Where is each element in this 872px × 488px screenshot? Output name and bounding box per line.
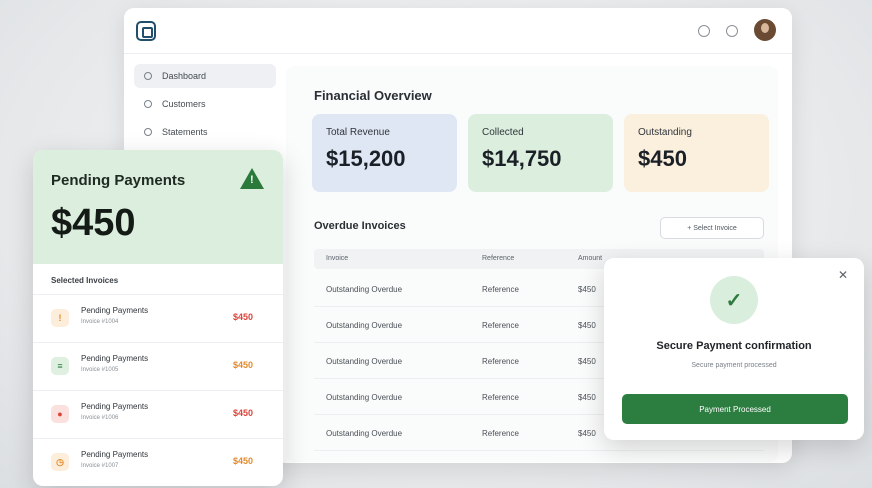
item-name: Pending Payments [81,354,149,363]
cell-invoice: Outstanding Overdue [326,285,403,294]
modal-subtitle: Secure payment processed [691,362,777,369]
sidebar-item-customers[interactable]: Customers [134,92,276,116]
payment-confirmation-modal: ✕ ✓ Secure Payment confirmation Secure p… [604,258,864,440]
notification-icon[interactable] [726,25,738,37]
sidebar-item-label: Dashboard [162,71,207,81]
list-item[interactable]: ! Pending Payments Invoice #1004 $450 [33,294,283,342]
pending-amount: $450 [51,202,136,244]
item-name: Pending Payments [81,306,149,315]
item-amount: $450 [233,408,254,418]
cell-reference: Reference [482,321,519,330]
stat-label: Outstanding [638,127,692,138]
clock-icon: ◷ [51,453,69,471]
search-icon[interactable] [698,25,710,37]
cell-amount: $450 [578,285,596,294]
modal-title: Secure Payment confirmation [656,340,812,352]
item-amount: $450 [233,360,254,370]
stat-label: Total Revenue [326,127,390,138]
close-icon[interactable]: ✕ [838,268,848,282]
item-amount: $450 [233,456,254,466]
list-item[interactable]: ≡ Pending Payments Invoice #1005 $450 [33,342,283,390]
stat-value: $14,750 [482,146,562,171]
item-name: Pending Payments [81,402,149,411]
dashboard-icon [144,72,152,80]
pending-subheading: Selected Invoices [51,276,119,285]
item-sub: Invoice #1007 [81,463,119,469]
column-header-reference[interactable]: Reference [482,255,514,262]
list-item[interactable]: ◷ Pending Payments Invoice #1007 $450 [33,438,283,486]
payment-processed-button[interactable]: Payment Processed [622,394,848,424]
select-invoice-button[interactable]: + Select Invoice [660,217,764,239]
success-check-icon: ✓ [710,276,758,324]
item-sub: Invoice #1005 [81,367,119,373]
stat-label: Collected [482,127,524,138]
item-sub: Invoice #1006 [81,415,119,421]
invoices-title: Overdue Invoices [314,220,406,232]
stat-value: $15,200 [326,146,406,171]
pending-title: Pending Payments [51,172,186,189]
stat-card-outstanding: Outstanding $450 [624,114,769,192]
cell-amount: $450 [578,393,596,402]
stat-value: $450 [638,146,687,171]
cell-amount: $450 [578,321,596,330]
top-bar [124,8,792,54]
cell-amount: $450 [578,429,596,438]
customers-icon [144,100,152,108]
sidebar-item-label: Customers [162,99,206,109]
cell-invoice: Outstanding Overdue [326,393,403,402]
cell-reference: Reference [482,429,519,438]
cell-reference: Reference [482,393,519,402]
column-header-amount[interactable]: Amount [578,255,602,262]
stat-card-total-revenue: Total Revenue $15,200 [312,114,457,192]
page-title: Financial Overview [314,88,432,103]
cell-reference: Reference [482,285,519,294]
sidebar-item-dashboard[interactable]: Dashboard [134,64,276,88]
item-name: Pending Payments [81,450,149,459]
cell-invoice: Outstanding Overdue [326,321,403,330]
list-item[interactable]: ● Pending Payments Invoice #1006 $450 [33,390,283,438]
item-amount: $450 [233,312,254,322]
pending-payments-card: Pending Payments ! $450 Selected Invoice… [33,150,283,486]
item-sub: Invoice #1004 [81,319,119,325]
cell-amount: $450 [578,357,596,366]
error-icon: ● [51,405,69,423]
sidebar-item-statements[interactable]: Statements [134,120,276,144]
cell-invoice: Outstanding Overdue [326,357,403,366]
alert-icon: ! [51,309,69,327]
statements-icon [144,128,152,136]
app-logo-icon[interactable] [136,21,156,41]
user-avatar[interactable] [754,19,776,41]
cell-reference: Reference [482,357,519,366]
cell-invoice: Outstanding Overdue [326,429,403,438]
sidebar-item-label: Statements [162,127,208,137]
document-icon: ≡ [51,357,69,375]
column-header-invoice[interactable]: Invoice [326,255,348,262]
stat-card-collected: Collected $14,750 [468,114,613,192]
